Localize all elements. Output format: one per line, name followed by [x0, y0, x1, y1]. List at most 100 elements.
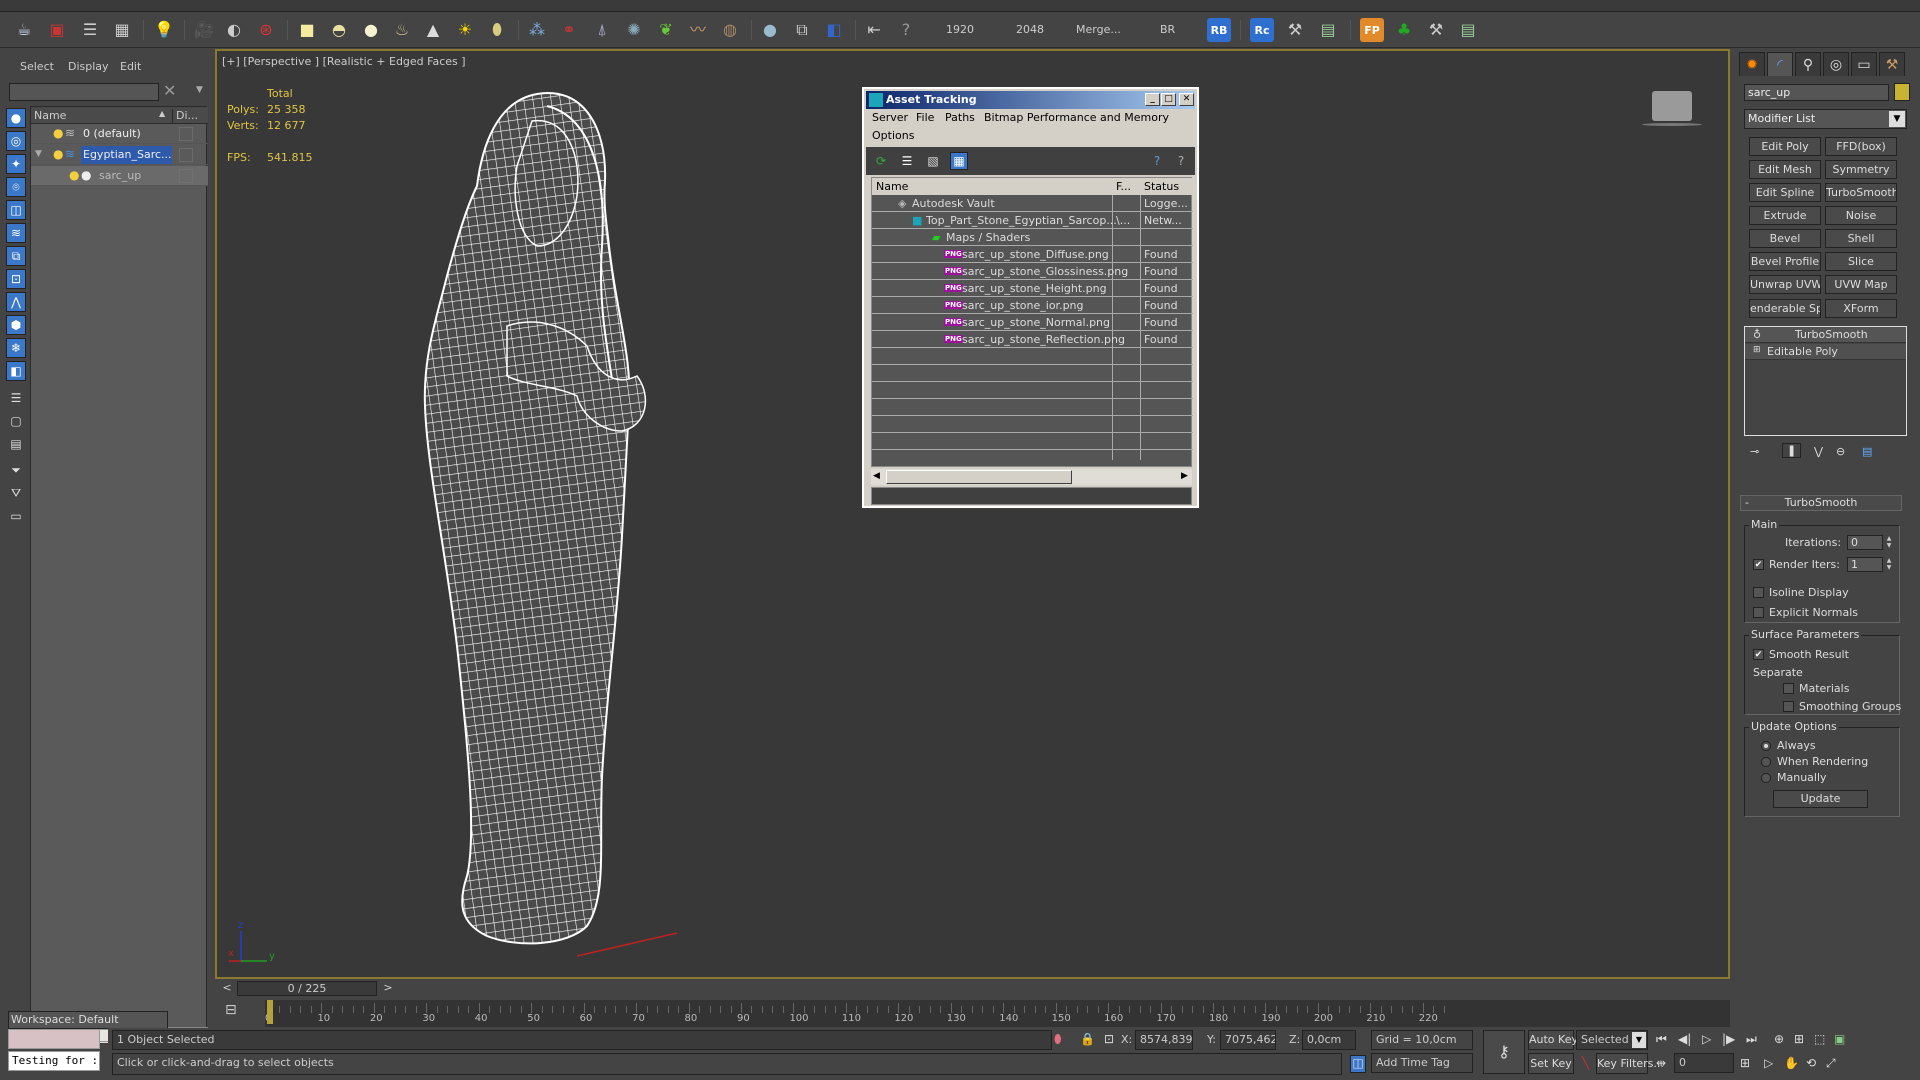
helpers-filter-icon[interactable]: ◫: [6, 200, 26, 220]
light-lister-icon[interactable]: 💡: [152, 18, 176, 42]
spinner-arrows-icon[interactable]: ▲ ▼: [1885, 557, 1893, 572]
resolution-height-button[interactable]: 2048: [1016, 23, 1044, 36]
smooth-result-checkbox[interactable]: ✔: [1753, 649, 1764, 660]
viewcube[interactable]: [1642, 91, 1702, 135]
shapes-filter-icon[interactable]: ◎: [6, 131, 26, 151]
close-button[interactable]: ✕: [1179, 93, 1194, 106]
auto-key-button[interactable]: Auto Key: [1528, 1030, 1578, 1050]
time-configuration-icon[interactable]: ⊞: [1740, 1056, 1750, 1070]
field-of-view-icon[interactable]: ▷: [1764, 1056, 1773, 1070]
always-radio[interactable]: [1761, 741, 1771, 751]
help-online-icon[interactable]: ?: [1148, 152, 1166, 170]
y-coordinate-field[interactable]: 7075,462c: [1220, 1030, 1276, 1050]
menu-bitmap-performance[interactable]: Bitmap Performance and Memory: [984, 111, 1169, 124]
current-frame-field[interactable]: 0: [1674, 1053, 1734, 1073]
bones-filter-icon[interactable]: ⋀: [6, 292, 26, 312]
lightbulb-toggle-icon[interactable]: ♁: [1753, 328, 1761, 341]
containers-filter-icon[interactable]: ⬢: [6, 315, 26, 335]
zoom-extents-icon[interactable]: ⬚: [1814, 1032, 1825, 1046]
key-pen-icon[interactable]: ╲: [1582, 1056, 1589, 1070]
asset-row[interactable]: PNG sarc_up_stone_ior.png Found: [872, 297, 1193, 314]
maxscript-output[interactable]: [8, 1029, 100, 1049]
remove-modifier-icon[interactable]: ⊖: [1836, 445, 1845, 458]
tree-row-egyptian-layer[interactable]: ▼ ● ≋ Egyptian_Sarc...: [31, 145, 208, 165]
sphere-light-icon[interactable]: ●: [359, 18, 383, 42]
modifier-list-dropdown[interactable]: Modifier List ▼: [1744, 109, 1907, 129]
render-iters-checkbox[interactable]: ✔: [1753, 559, 1764, 570]
ornatrix-icon[interactable]: ◍: [718, 18, 742, 42]
modifier-button[interactable]: Edit Poly: [1749, 137, 1821, 156]
zoom-extents-all-icon[interactable]: ▣: [1834, 1032, 1845, 1046]
iterations-spinner[interactable]: 0: [1847, 535, 1883, 550]
stack-item-turbosmooth[interactable]: ♁ TurboSmooth: [1745, 327, 1906, 343]
asset-row[interactable]: PNG sarc_up_stone_Glossiness.png Found: [872, 263, 1193, 280]
column-display-header[interactable]: Di...: [172, 109, 202, 124]
menu-server[interactable]: Server: [872, 111, 908, 124]
render-frame-icon[interactable]: ▣: [45, 18, 69, 42]
when-rendering-radio[interactable]: [1761, 757, 1771, 767]
display-box-icon[interactable]: [179, 127, 193, 141]
lights-filter-icon[interactable]: ✦: [6, 154, 26, 174]
displacement-icon[interactable]: ⍋: [590, 18, 614, 42]
go-to-end-icon[interactable]: ⏭: [1746, 1032, 1757, 1047]
column-f-header[interactable]: F...: [1116, 180, 1131, 193]
display-none-icon[interactable]: ▢: [6, 411, 26, 431]
key-mode-icon[interactable]: ⇹: [1656, 1056, 1666, 1070]
previous-frame-icon[interactable]: ◀|: [1678, 1032, 1691, 1046]
trees-icon[interactable]: ♣: [1392, 18, 1416, 42]
object-color-swatch[interactable]: [1894, 83, 1910, 101]
fur-icon[interactable]: ✺: [622, 18, 646, 42]
list-icon[interactable]: ▤: [1316, 18, 1340, 42]
camera-icon[interactable]: 🎥: [192, 18, 216, 42]
pan-view-icon[interactable]: ✋: [1784, 1056, 1799, 1070]
modifier-button[interactable]: FFD(box): [1825, 137, 1897, 156]
menu-options[interactable]: Options: [872, 129, 914, 142]
current-frame-marker[interactable]: [267, 1000, 273, 1024]
key-set-dropdown[interactable]: Selected ▼: [1576, 1030, 1648, 1050]
groups-filter-icon[interactable]: ⧉: [6, 246, 26, 266]
clear-search-icon[interactable]: ✕: [163, 81, 176, 100]
motion-tab-icon[interactable]: ◎: [1823, 52, 1849, 76]
menu-display[interactable]: Display: [68, 60, 109, 73]
modifier-button[interactable]: Shell: [1825, 229, 1897, 248]
area-light-icon[interactable]: ■: [295, 18, 319, 42]
rollout-header[interactable]: - TurboSmooth: [1740, 495, 1902, 511]
sarcophagus-wireframe-mesh[interactable]: [367, 86, 707, 956]
smoothing-groups-checkbox[interactable]: [1783, 701, 1794, 712]
invert-display-icon[interactable]: ▤: [6, 434, 26, 454]
minimize-button[interactable]: _: [1145, 93, 1160, 106]
asset-row[interactable]: PNG sarc_up_stone_Height.png Found: [872, 280, 1193, 297]
hierarchy-icon[interactable]: ▭: [6, 506, 26, 526]
list-view-icon[interactable]: ☰: [898, 152, 916, 170]
modifier-button[interactable]: Noise: [1825, 206, 1897, 225]
sun-light-icon[interactable]: ☀: [453, 18, 477, 42]
modifier-button[interactable]: Slice: [1825, 252, 1897, 271]
asset-horizontal-scrollbar[interactable]: ◀ ▶: [871, 469, 1192, 485]
br-button[interactable]: BR: [1160, 23, 1175, 36]
menu-file[interactable]: File: [916, 111, 934, 124]
column-name-header[interactable]: Name: [34, 109, 66, 122]
curve-editor-icon[interactable]: ⊟: [225, 1002, 247, 1022]
go-to-start-icon[interactable]: ⏮: [1656, 1032, 1667, 1047]
stack-item-editable-poly[interactable]: ⊞ Editable Poly: [1745, 344, 1906, 360]
scatter-icon[interactable]: ⁂: [525, 18, 549, 42]
asset-tracking-titlebar[interactable]: Asset Tracking _ □ ✕: [866, 91, 1195, 109]
modifier-button[interactable]: Unwrap UVW: [1749, 275, 1821, 294]
modifier-button[interactable]: Symmetry: [1825, 160, 1897, 179]
viewport-label-menu[interactable]: [+] [Perspective ] [Realistic + Edged Fa…: [222, 55, 466, 68]
help-icon[interactable]: ?: [894, 18, 918, 42]
asset-row[interactable]: ▰ Maps / Shaders: [872, 229, 1193, 246]
asset-row[interactable]: PNG sarc_up_stone_Reflection.png Found: [872, 331, 1193, 348]
filter-options-icon[interactable]: ⛛: [6, 483, 26, 503]
proxy-icon[interactable]: ⚭: [557, 18, 581, 42]
asset-row[interactable]: ◈ Autodesk Vault Logge...: [872, 195, 1193, 212]
scroll-right-icon[interactable]: ▶: [1181, 471, 1188, 481]
frozen-filter-icon[interactable]: ❄: [6, 338, 26, 358]
time-tag-icon[interactable]: ◫: [1350, 1055, 1366, 1073]
configure-modifier-sets-icon[interactable]: ▤: [1862, 445, 1872, 458]
chevron-down-icon[interactable]: ▼: [1632, 1032, 1646, 1048]
search-dropdown-icon[interactable]: ▼: [196, 85, 203, 95]
refresh-icon[interactable]: ⟳: [872, 152, 890, 170]
render-iters-spinner[interactable]: 1: [1847, 557, 1883, 572]
add-time-tag-button[interactable]: Add Time Tag: [1371, 1053, 1473, 1073]
